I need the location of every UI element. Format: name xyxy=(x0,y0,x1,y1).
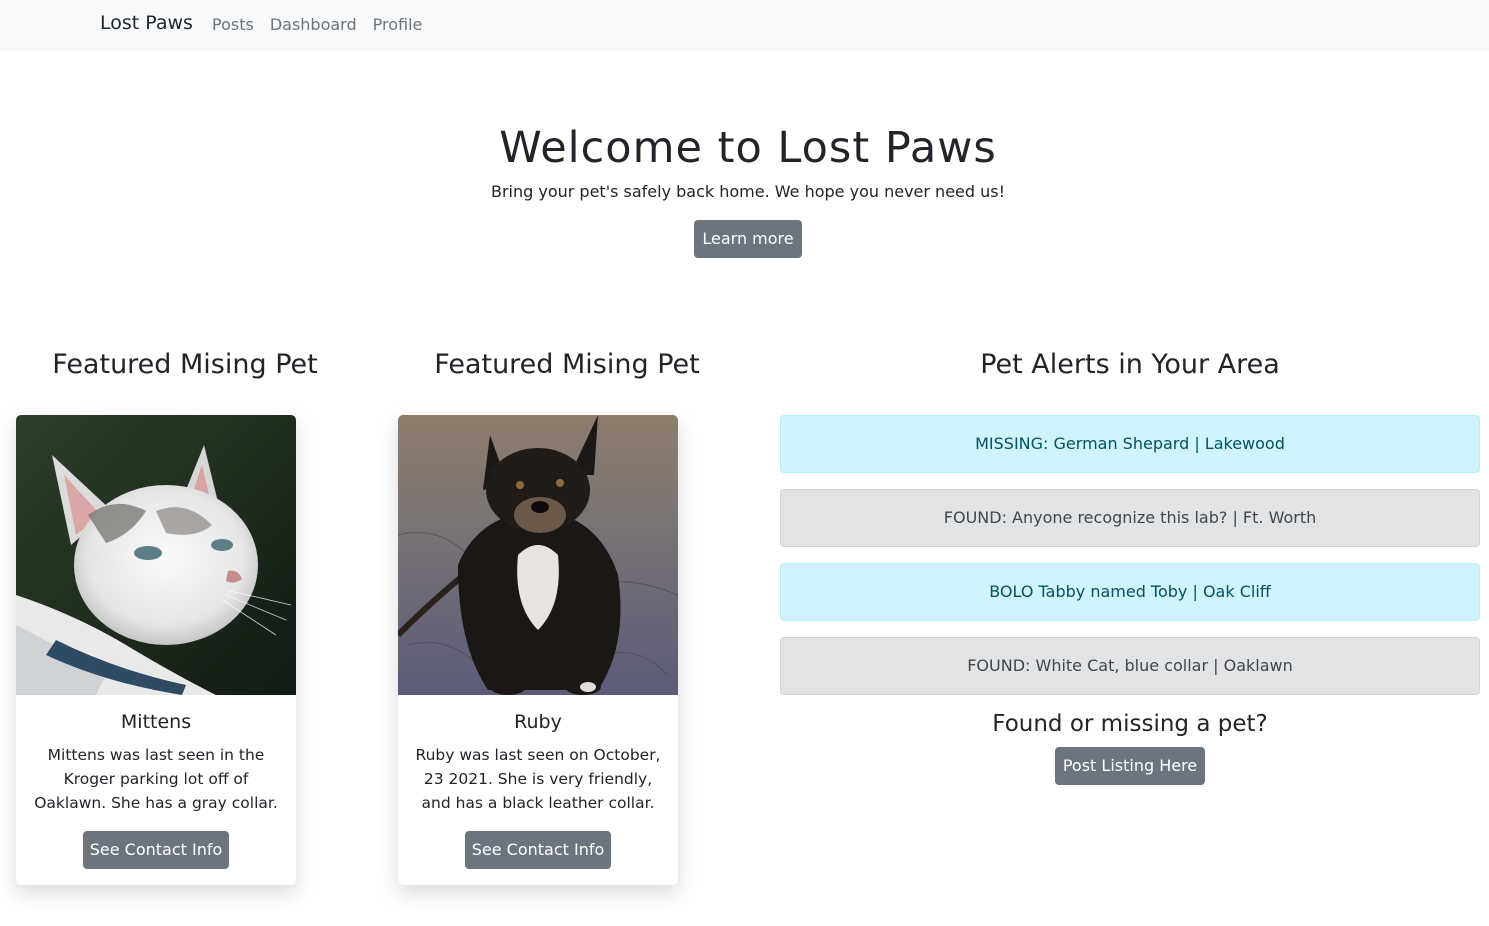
learn-more-button[interactable]: Learn more xyxy=(694,220,802,258)
dog-photo xyxy=(398,415,678,695)
see-contact-info-button[interactable]: See Contact Info xyxy=(465,831,611,869)
nav-link-dashboard[interactable]: Dashboard xyxy=(270,15,357,34)
hero-subtitle: Bring your pet's safely back home. We ho… xyxy=(490,182,1006,201)
pet-name: Mittens xyxy=(120,711,192,733)
cat-photo xyxy=(16,415,296,695)
pet-description: Mittens was last seen in the Kroger park… xyxy=(34,746,278,812)
nav-link-posts[interactable]: Posts xyxy=(212,15,254,34)
post-listing-button[interactable]: Post Listing Here xyxy=(1055,747,1205,785)
nav-link-profile[interactable]: Profile xyxy=(373,15,423,34)
brand-link[interactable]: Lost Paws xyxy=(100,12,193,34)
nav-links: Posts Dashboard Profile xyxy=(212,15,422,34)
see-contact-info-button[interactable]: See Contact Info xyxy=(83,831,229,869)
pet-name: Ruby xyxy=(514,711,562,733)
alert-item[interactable]: FOUND: Anyone recognize this lab? | Ft. … xyxy=(780,489,1480,547)
featured-heading-1: Featured Mising Pet xyxy=(52,349,318,380)
pet-card-mittens: Mittens Mittens was last seen in the Kro… xyxy=(16,415,296,885)
featured-heading-2: Featured Mising Pet xyxy=(434,349,700,380)
navbar: Lost Paws Posts Dashboard Profile xyxy=(0,0,1489,51)
alert-item[interactable]: BOLO Tabby named Toby | Oak Cliff xyxy=(780,563,1480,621)
alerts-heading: Pet Alerts in Your Area xyxy=(980,349,1280,380)
pet-card-ruby: Ruby Ruby was last seen on October, 23 2… xyxy=(398,415,678,885)
pet-description: Ruby was last seen on October, 23 2021. … xyxy=(415,746,661,812)
found-or-missing-title: Found or missing a pet? xyxy=(992,711,1268,737)
hero-title: Welcome to Lost Paws xyxy=(499,123,997,173)
alert-item[interactable]: MISSING: German Shepard | Lakewood xyxy=(780,415,1480,473)
alert-item[interactable]: FOUND: White Cat, blue collar | Oaklawn xyxy=(780,637,1480,695)
